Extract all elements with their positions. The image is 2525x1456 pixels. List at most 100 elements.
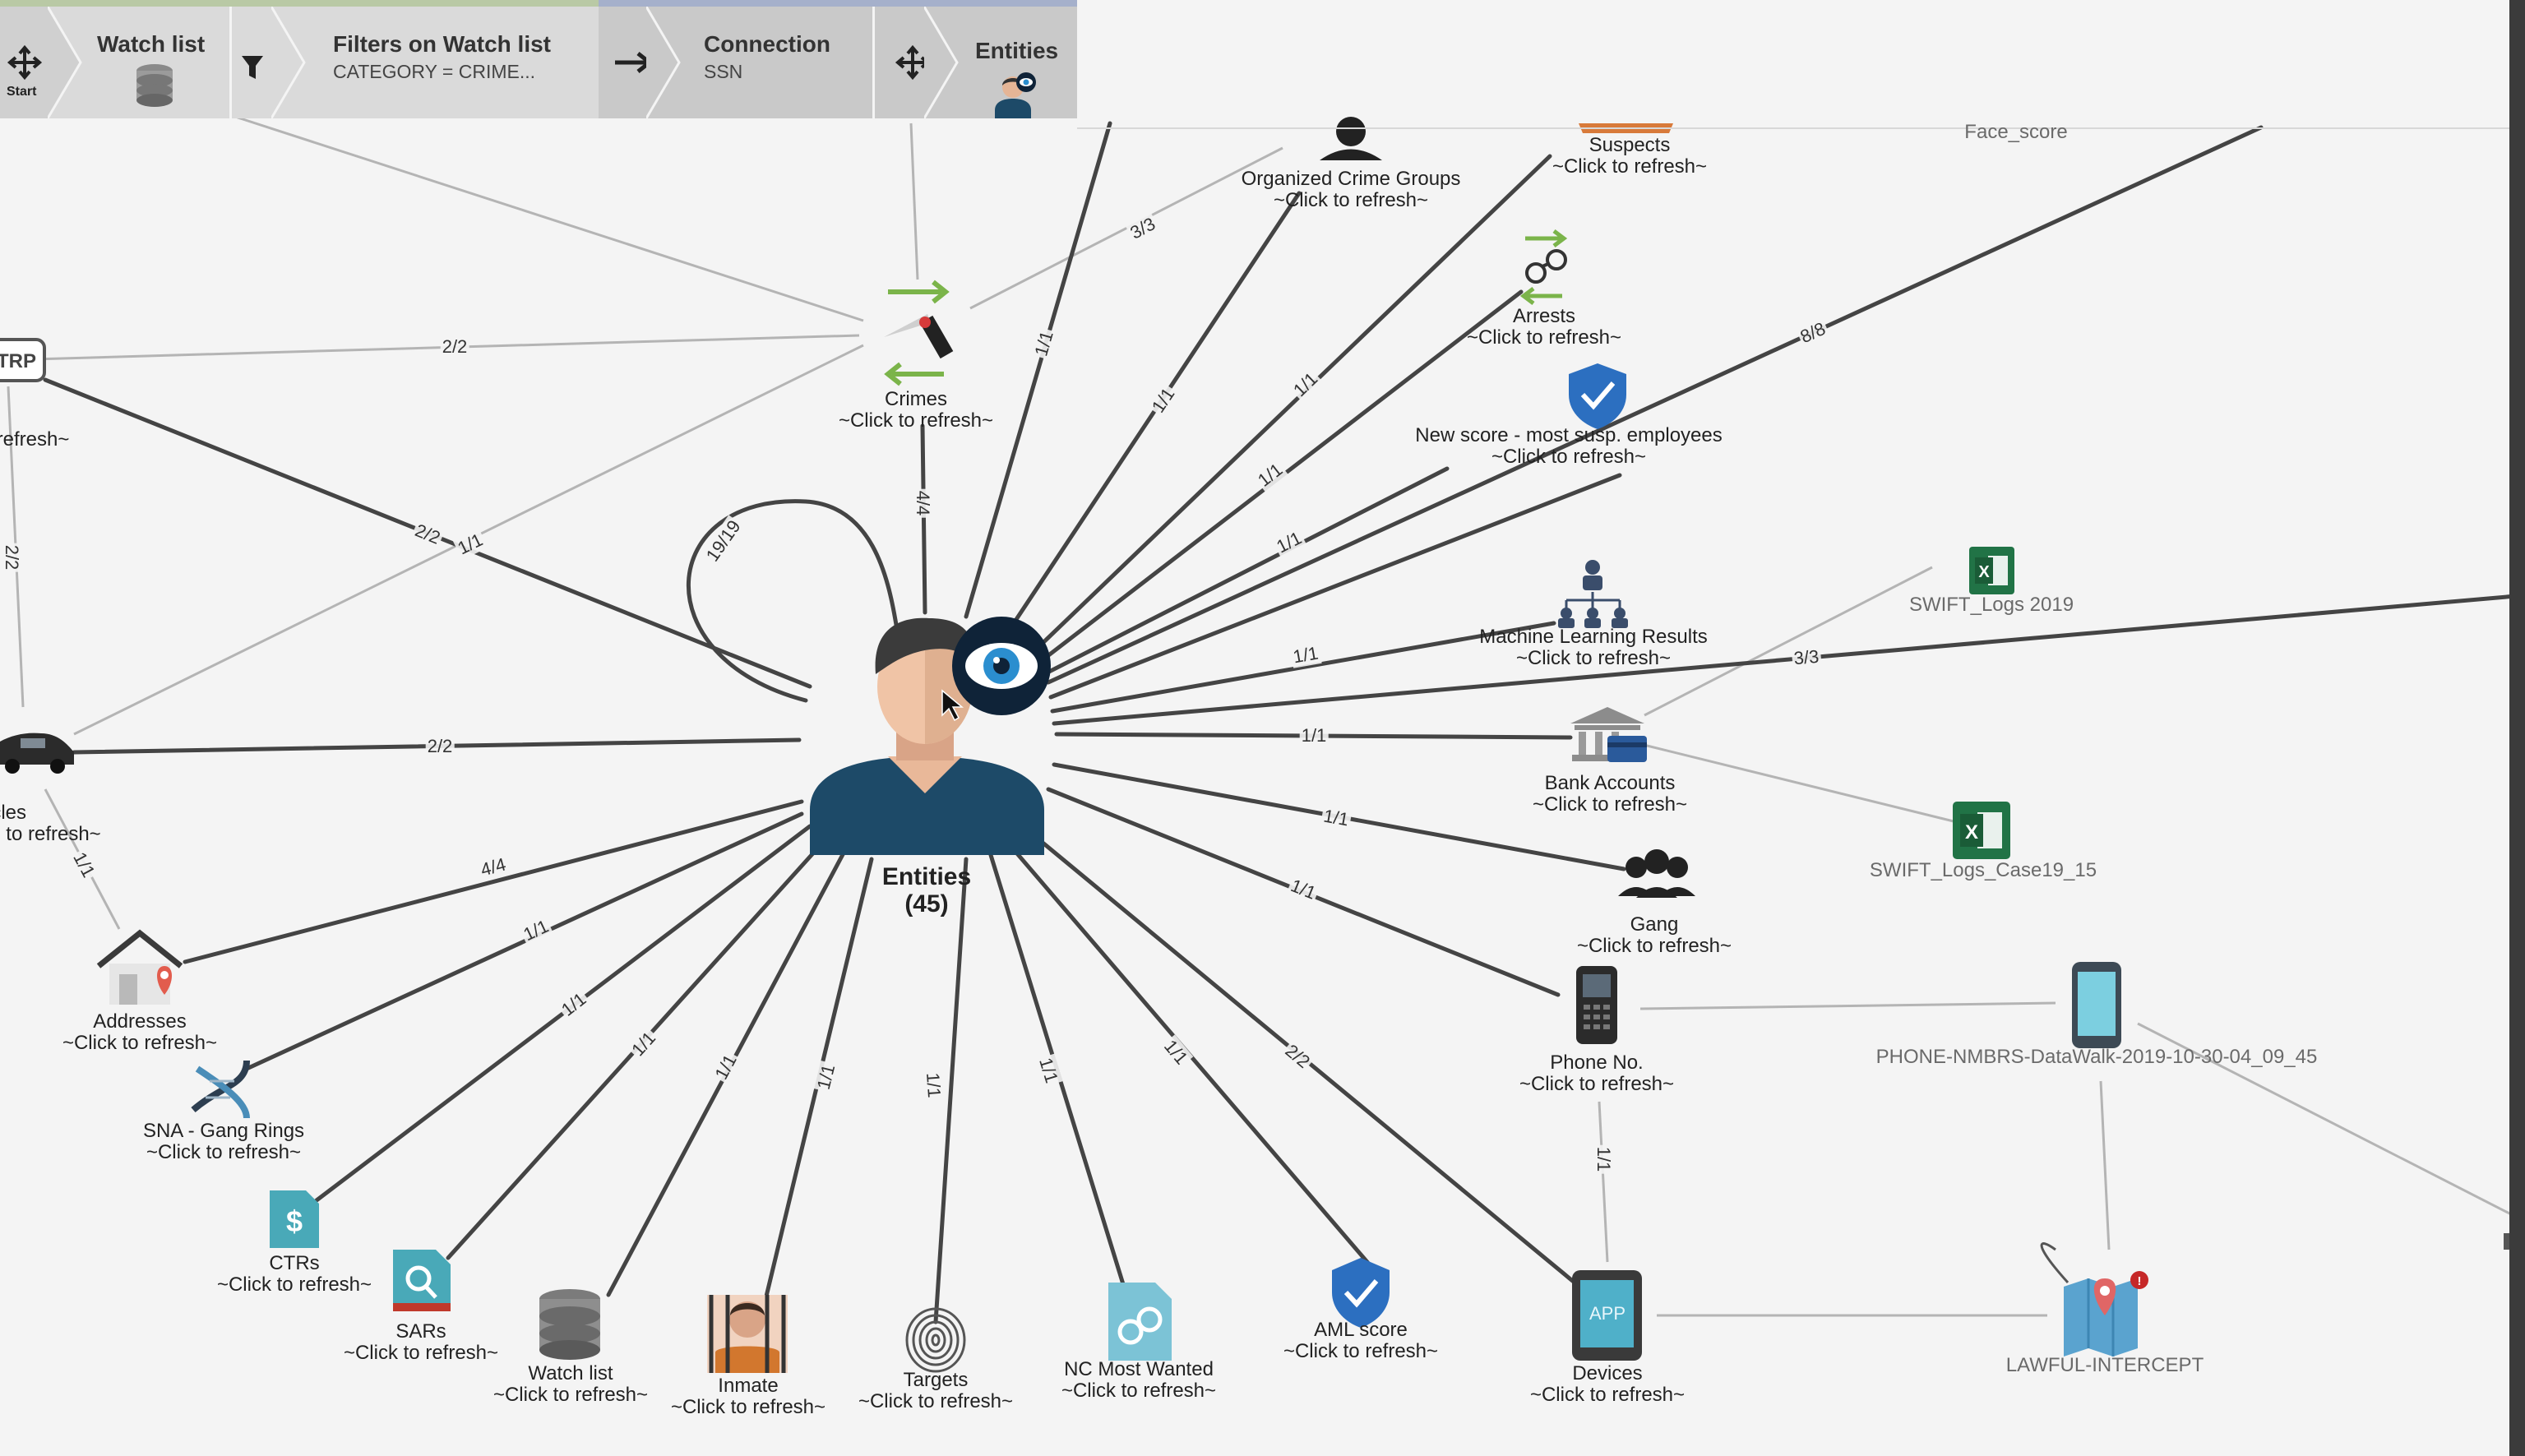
swift-logs-case-excel-icon[interactable]: X [1953, 802, 2010, 859]
sna-refresh[interactable]: ~Click to refresh~ [143, 1142, 304, 1163]
swift-logs-2019-title: SWIFT_Logs 2019 [1908, 594, 2074, 616]
ocg-refresh[interactable]: ~Click to refresh~ [1242, 190, 1461, 211]
inmate-refresh[interactable]: ~Click to refresh~ [671, 1397, 825, 1418]
entities-title: Entities [881, 863, 972, 890]
breadcrumb-filters[interactable]: Filters on Watch list CATEGORY = CRIME..… [306, 7, 599, 118]
filter-step-icon-box[interactable] [232, 7, 273, 118]
crimes-icon[interactable] [884, 280, 954, 386]
ocg-icon[interactable] [1320, 117, 1382, 160]
swift-logs-case-node[interactable]: SWIFT_Logs_Case19_15 [1870, 860, 2097, 881]
right-panel-edge [2509, 0, 2525, 1456]
breadcrumb-connection[interactable]: Connection SSN [599, 7, 874, 118]
bank-accounts-icon[interactable] [1570, 707, 1647, 762]
gang-icon[interactable] [1618, 849, 1695, 898]
sars-node[interactable]: SARs ~Click to refresh~ [344, 1321, 498, 1364]
swift-logs-2019-node[interactable]: SWIFT_Logs 2019 [1909, 594, 2074, 616]
phone-node[interactable]: Phone No. ~Click to refresh~ [1519, 1052, 1674, 1095]
bank-accounts-title: Bank Accounts [1544, 772, 1676, 794]
nc-most-wanted-icon[interactable] [1108, 1283, 1172, 1361]
bank-accounts-refresh[interactable]: ~Click to refresh~ [1533, 794, 1687, 816]
lawful-intercept-icon[interactable]: ! [2040, 1242, 2148, 1357]
devices-refresh[interactable]: ~Click to refresh~ [1530, 1384, 1685, 1406]
sars-refresh[interactable]: ~Click to refresh~ [344, 1343, 498, 1364]
aml-score-refresh[interactable]: ~Click to refresh~ [1283, 1341, 1438, 1362]
edge-center-sna [244, 811, 804, 1071]
sna-gang-rings-icon[interactable] [191, 1060, 250, 1119]
addresses-icon[interactable] [96, 929, 183, 1005]
new-score-title: New score - most susp. employees [1415, 424, 1723, 446]
ctrs-icon[interactable]: $ [270, 1190, 319, 1248]
inmate-node[interactable]: Inmate ~Click to refresh~ [671, 1375, 825, 1418]
sars-icon[interactable] [393, 1250, 451, 1311]
suspects-node[interactable]: Suspects ~Click to refresh~ [1552, 135, 1707, 178]
arrests-icon[interactable] [1519, 229, 1568, 305]
suspects-refresh[interactable]: ~Click to refresh~ [1552, 156, 1707, 178]
edge-center-right [1052, 594, 2518, 726]
sars-title: SARs [395, 1320, 446, 1343]
watch-list-node[interactable]: Watch list ~Click to refresh~ [493, 1363, 648, 1406]
trp-title: tes [0, 408, 69, 429]
face-score-label[interactable]: Face_score [1964, 122, 2067, 143]
ocg-node[interactable]: Organized Crime Groups ~Click to refresh~ [1242, 169, 1461, 211]
swift-logs-2019-excel-icon[interactable]: X [1969, 547, 2014, 594]
arrests-refresh[interactable]: ~Click to refresh~ [1467, 327, 1621, 349]
edge-label: 1/1 [921, 1070, 946, 1101]
watch-list-refresh[interactable]: ~Click to refresh~ [493, 1384, 648, 1406]
phone-numbers-dataset-icon[interactable] [2072, 962, 2121, 1048]
edge-label: 2/2 [1, 543, 22, 572]
breadcrumb-start[interactable]: Start [0, 7, 49, 118]
ocg-title: Organized Crime Groups [1241, 168, 1461, 190]
graph-canvas[interactable]: TRP X X APP ! $ [0, 0, 2525, 1456]
targets-node[interactable]: Targets ~Click to refresh~ [858, 1370, 1013, 1412]
vehicles-icon[interactable] [0, 733, 74, 774]
lawful-intercept-node[interactable]: LAWFUL-INTERCEPT [2006, 1355, 2204, 1376]
devices-icon[interactable]: APP [1572, 1270, 1642, 1361]
ml-results-refresh[interactable]: ~Click to refresh~ [1479, 648, 1708, 669]
ctrs-node[interactable]: CTRs ~Click to refresh~ [217, 1253, 372, 1296]
ctrs-refresh[interactable]: ~Click to refresh~ [217, 1274, 372, 1296]
aml-score-node[interactable]: AML score ~Click to refresh~ [1283, 1320, 1438, 1362]
watch-list-database-icon[interactable] [539, 1289, 600, 1360]
crimes-refresh[interactable]: ~Click to refresh~ [839, 410, 993, 432]
nc-most-wanted-node[interactable]: NC Most Wanted ~Click to refresh~ [1061, 1359, 1216, 1402]
targets-refresh[interactable]: ~Click to refresh~ [858, 1391, 1013, 1412]
entity-person-icon [995, 72, 1036, 118]
addresses-refresh[interactable]: ~Click to refresh~ [62, 1033, 217, 1054]
inmate-icon[interactable] [707, 1295, 788, 1373]
vehicles-title: ehicles [0, 802, 27, 824]
edge-phone-devices [1598, 1101, 1609, 1263]
trp-refresh[interactable]: refresh~ [0, 429, 69, 451]
ml-results-icon[interactable] [1558, 560, 1628, 628]
crimes-node[interactable]: Crimes ~Click to refresh~ [839, 389, 993, 432]
devices-node[interactable]: Devices ~Click to refresh~ [1530, 1363, 1685, 1406]
nc-most-wanted-refresh[interactable]: ~Click to refresh~ [1061, 1380, 1216, 1402]
gang-node[interactable]: Gang ~Click to refresh~ [1577, 914, 1732, 957]
new-score-node[interactable]: New score - most susp. employees ~Click t… [1415, 425, 1722, 468]
ml-results-node[interactable]: Machine Learning Results ~Click to refres… [1479, 626, 1708, 669]
phone-numbers-dataset-node[interactable]: PHONE-NMBRS-DataWalk-2019-10-30-04_09_45 [1876, 1047, 2318, 1068]
breadcrumb-separator [646, 7, 681, 118]
breadcrumb-watch-list[interactable]: Watch list [82, 7, 230, 118]
arrests-node[interactable]: Arrests ~Click to refresh~ [1467, 306, 1621, 349]
bank-accounts-node[interactable]: Bank Accounts ~Click to refresh~ [1533, 773, 1687, 816]
edge-bank-swiftcase [1639, 742, 1958, 824]
phone-refresh[interactable]: ~Click to refresh~ [1519, 1074, 1674, 1095]
edge-label: 4/4 [912, 488, 933, 518]
entities-step-title: Entities [975, 38, 1059, 63]
new-score-shield-icon[interactable] [1569, 363, 1626, 429]
lawful-intercept-title: LAWFUL-INTERCEPT [2005, 1354, 2204, 1376]
aml-score-shield-icon[interactable] [1332, 1258, 1390, 1328]
new-score-refresh[interactable]: ~Click to refresh~ [1415, 446, 1722, 468]
vehicles-refresh[interactable]: to refresh~ [6, 824, 100, 845]
phone-icon[interactable] [1576, 966, 1617, 1044]
edge-label: 2/2 [440, 336, 469, 358]
trp-node[interactable]: tesrefresh~ [0, 408, 69, 451]
vehicles-node[interactable]: ehiclesto refresh~ [0, 802, 101, 845]
addresses-node[interactable]: Addresses ~Click to refresh~ [62, 1011, 217, 1054]
sna-node[interactable]: SNA - Gang Rings ~Click to refresh~ [143, 1121, 304, 1163]
trp-icon[interactable]: TRP [0, 338, 46, 382]
entities-node[interactable]: Entities (45) [882, 863, 971, 918]
entities-node-icon[interactable] [810, 617, 1051, 855]
gang-refresh[interactable]: ~Click to refresh~ [1577, 936, 1732, 957]
breadcrumb-entities[interactable]: Entities [875, 7, 1077, 118]
